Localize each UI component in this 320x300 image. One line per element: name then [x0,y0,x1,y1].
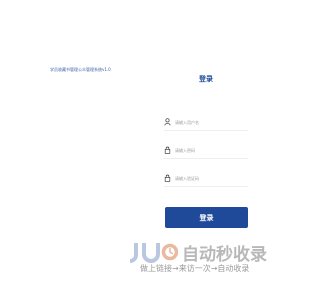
watermark: 自动秒收录 做上链接→来访一次→自动收录 [130,238,285,278]
watermark-name: 自动秒收录 [182,245,267,265]
system-title: 学员收藏书管理公众管理系统v1.0 [50,67,111,72]
captcha-input[interactable] [175,173,245,183]
lock-icon [164,146,171,154]
login-title: 登录 [199,75,213,83]
captcha-field [164,172,248,187]
password-field [164,144,248,159]
user-icon [164,118,171,126]
username-field [164,116,248,131]
watermark-slogan: 做上链接→来访一次→自动收录 [140,264,250,273]
lock-icon [164,174,171,182]
login-panel: 登录 登录 [160,68,252,238]
login-page: 学员收藏书管理公众管理系统v1.0 登录 登录 [0,0,300,300]
username-input[interactable] [175,117,245,127]
password-input[interactable] [175,145,245,155]
login-button[interactable]: 登录 [165,207,248,228]
watermark-logo-icon [130,243,178,263]
